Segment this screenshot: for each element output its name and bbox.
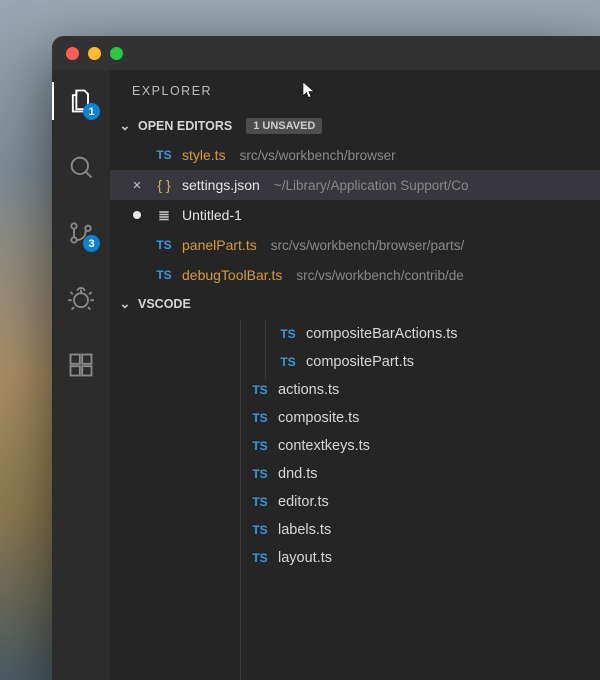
file-name: settings.json [182,177,260,193]
typescript-file-icon: TS [154,238,174,252]
typescript-file-icon: TS [250,383,270,397]
debug-icon [67,285,95,313]
titlebar[interactable] [52,36,600,70]
unsaved-badge: 1 UNSAVED [246,118,322,134]
activity-scm[interactable]: 3 [52,210,110,256]
extensions-icon [67,351,95,379]
open-editor-item[interactable]: ≣ Untitled-1 [110,200,600,230]
text-file-icon: ≣ [154,207,174,224]
open-editors-list: TS style.ts src/vs/workbench/browser × { } se… [110,140,600,290]
typescript-file-icon: TS [154,268,174,282]
close-editor-button[interactable]: × [128,178,146,193]
typescript-file-icon: TS [250,439,270,453]
workspace-label: VSCODE [138,297,191,311]
vscode-window: 1 3 [52,36,600,680]
activity-bar: 1 3 [52,70,110,680]
tree-file-item[interactable]: TS compositePart.ts [110,348,600,376]
traffic-maximize[interactable] [110,47,123,60]
file-name: Untitled-1 [182,207,242,223]
tree-file-item[interactable]: TS composite.ts [110,404,600,432]
tree-file-item[interactable]: TS layout.ts [110,544,600,572]
unsaved-dot-icon [133,211,141,219]
tree-file-item[interactable]: TS dnd.ts [110,460,600,488]
traffic-close[interactable] [66,47,79,60]
open-editors-label: OPEN EDITORS [138,119,232,133]
tree-file-item[interactable]: TS actions.ts [110,376,600,404]
file-path: ~/Library/Application Support/Co [274,178,469,193]
typescript-file-icon: TS [154,148,174,162]
file-name: compositePart.ts [306,354,414,370]
file-name: compositeBarActions.ts [306,326,458,342]
typescript-file-icon: TS [278,355,298,369]
file-name: actions.ts [278,382,339,398]
activity-explorer-badge: 1 [83,103,100,120]
tree-file-item[interactable]: TS editor.ts [110,488,600,516]
file-name: style.ts [182,147,226,163]
file-name: layout.ts [278,550,332,566]
chevron-down-icon: ⌄ [118,296,132,312]
typescript-file-icon: TS [250,495,270,509]
file-name: contextkeys.ts [278,438,370,454]
json-file-icon: { } [154,177,174,193]
window-body: 1 3 [52,70,600,680]
typescript-file-icon: TS [278,327,298,341]
sidebar-title-text: EXPLORER [132,84,212,98]
activity-debug[interactable] [52,276,110,322]
open-editor-item[interactable]: TS panelPart.ts src/vs/workbench/browser/p… [110,230,600,260]
workspace-header[interactable]: ⌄ VSCODE [110,290,600,318]
activity-explorer[interactable]: 1 [52,78,110,124]
indent-guide [240,320,241,680]
file-name: composite.ts [278,410,359,426]
explorer-sidebar: EXPLORER ⌄ OPEN EDITORS 1 UNSAVED TS styl… [110,70,600,680]
search-icon [67,153,95,181]
file-path: src/vs/workbench/browser/parts/ [271,238,465,253]
file-name: debugToolBar.ts [182,267,282,283]
traffic-minimize[interactable] [88,47,101,60]
file-name: editor.ts [278,494,329,510]
tree-file-item[interactable]: TS labels.ts [110,516,600,544]
file-name: panelPart.ts [182,237,257,253]
file-tree: TS compositeBarActions.ts TS compositePart.… [110,318,600,680]
activity-extensions[interactable] [52,342,110,388]
activity-scm-badge: 3 [83,235,100,252]
typescript-file-icon: TS [250,411,270,425]
mouse-cursor-icon [300,80,320,103]
open-editor-item[interactable]: × { } settings.json ~/Library/Application S… [110,170,600,200]
typescript-file-icon: TS [250,523,270,537]
file-name: labels.ts [278,522,331,538]
activity-search[interactable] [52,144,110,190]
tree-file-item[interactable]: TS compositeBarActions.ts [110,320,600,348]
file-name: dnd.ts [278,466,318,482]
typescript-file-icon: TS [250,467,270,481]
file-path: src/vs/workbench/contrib/de [296,268,463,283]
editor-dirty-indicator[interactable] [128,211,146,219]
open-editors-header[interactable]: ⌄ OPEN EDITORS 1 UNSAVED [110,112,600,140]
sidebar-title: EXPLORER [110,70,600,112]
indent-guide [265,320,266,380]
tree-file-item[interactable]: TS contextkeys.ts [110,432,600,460]
file-path: src/vs/workbench/browser [240,148,396,163]
open-editor-item[interactable]: TS style.ts src/vs/workbench/browser [110,140,600,170]
open-editor-item[interactable]: TS debugToolBar.ts src/vs/workbench/contri… [110,260,600,290]
typescript-file-icon: TS [250,551,270,565]
chevron-down-icon: ⌄ [118,118,132,134]
